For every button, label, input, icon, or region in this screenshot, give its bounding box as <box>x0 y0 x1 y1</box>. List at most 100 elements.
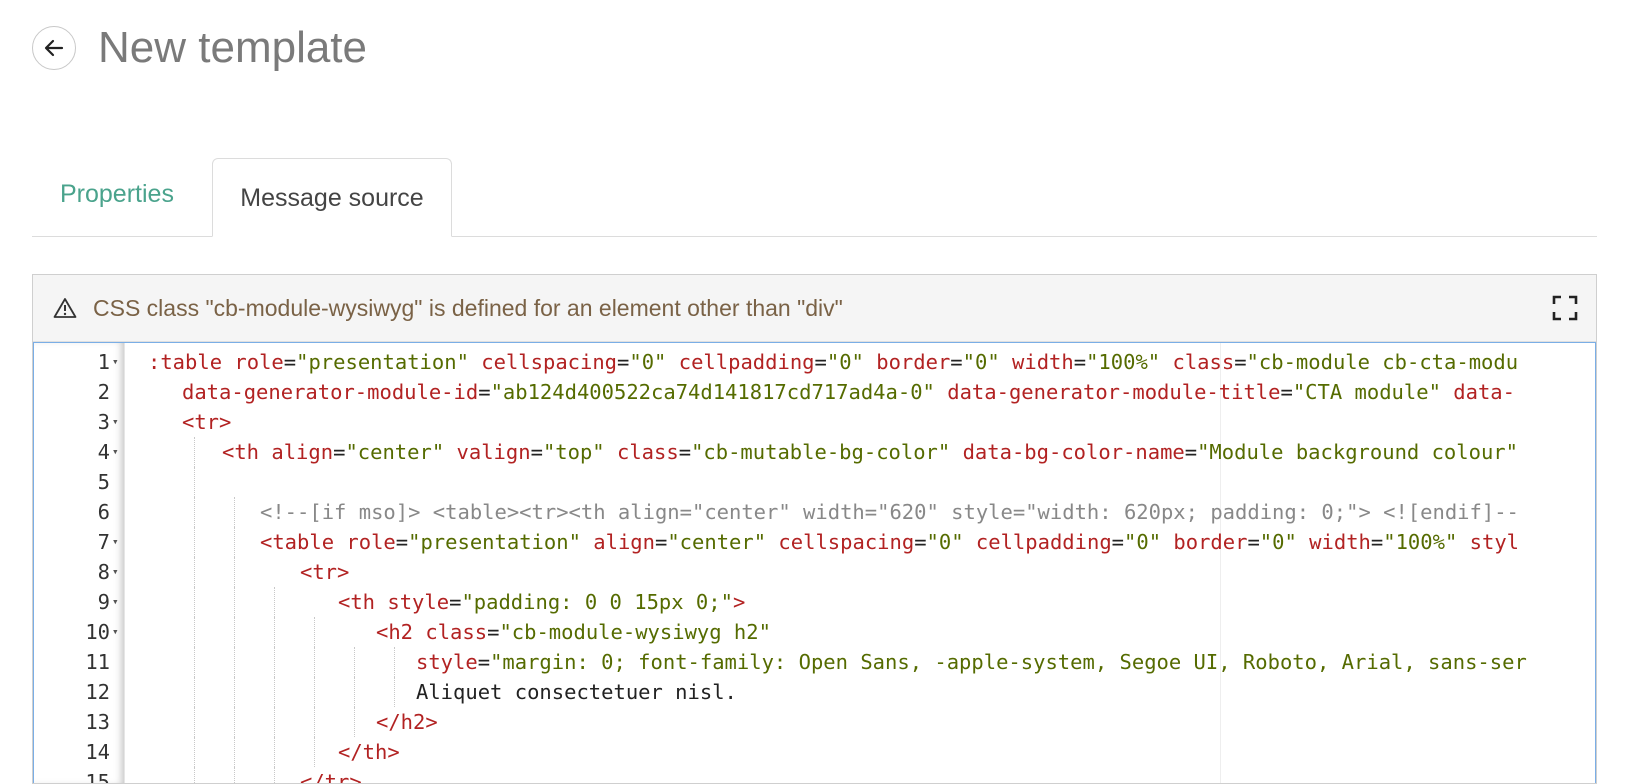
indent-guide <box>194 587 195 617</box>
indent-guide <box>194 467 195 497</box>
code-text: <th align="center" valign="top" class="c… <box>222 440 1518 464</box>
indent-guide <box>234 677 235 707</box>
line-number: 12 <box>85 680 110 704</box>
source-editor-panel: CSS class "cb-module-wysiwyg" is defined… <box>32 274 1597 784</box>
indent-guide <box>274 647 275 677</box>
code-text: data-generator-module-id="ab124d400522ca… <box>182 380 1515 404</box>
indent-guide <box>234 587 235 617</box>
fold-toggle-icon[interactable]: ▾ <box>112 407 124 437</box>
code-line: 5 <box>34 467 1595 497</box>
indent-guide <box>314 647 315 677</box>
code-line: 12 Aliquet consectetuer nisl. <box>34 677 1595 707</box>
code-text: Aliquet consectetuer nisl. <box>416 680 737 704</box>
code-text: style="margin: 0; font-family: Open Sans… <box>416 650 1527 674</box>
indent-guide <box>194 617 195 647</box>
code-text: <tr> <box>300 560 350 584</box>
line-number: 7 <box>97 530 110 554</box>
code-text: :table role="presentation" cellspacing="… <box>148 350 1519 374</box>
code-line: 11 style="margin: 0; font-family: Open Sa… <box>34 647 1595 677</box>
code-line: 1 ▾ :table role="presentation" cellspacing… <box>34 347 1595 377</box>
warning-text: CSS class "cb-module-wysiwyg" is defined… <box>93 294 843 321</box>
indent-guide <box>194 737 195 767</box>
indent-guide <box>194 767 195 783</box>
arrow-left-icon <box>44 39 64 57</box>
indent-guide <box>314 737 315 767</box>
code-line: 2 data-generator-module-id="ab124d400522c… <box>34 377 1595 407</box>
fullscreen-icon[interactable] <box>1552 295 1578 321</box>
code-line: 8 ▾ <tr> <box>34 557 1595 587</box>
fold-toggle-icon[interactable]: ▾ <box>112 557 124 587</box>
code-text: <table role="presentation" align="center… <box>260 530 1520 554</box>
code-text: <h2 class="cb-module-wysiwyg h2" <box>376 620 771 644</box>
code-line: 13 </h2> <box>34 707 1595 737</box>
fold-toggle-icon[interactable]: ▾ <box>112 437 124 467</box>
fold-toggle-icon[interactable]: ▾ <box>112 347 124 377</box>
indent-guide <box>274 677 275 707</box>
fold-toggle-icon[interactable]: ▾ <box>112 527 124 557</box>
code-line: 10 ▾ <h2 class="cb-module-wysiwyg h2" <box>34 617 1595 647</box>
line-number: 10 <box>85 620 110 644</box>
tab-message-source[interactable]: Message source <box>212 158 452 237</box>
fold-toggle-icon[interactable]: ▾ <box>112 587 124 617</box>
warning-triangle-icon <box>53 295 79 321</box>
validation-warning: CSS class "cb-module-wysiwyg" is defined… <box>33 275 1596 342</box>
tab-bar: Properties Message source <box>32 158 1597 237</box>
code-text: </th> <box>338 740 400 764</box>
indent-guide <box>274 587 275 617</box>
code-editor[interactable]: 1 ▾:table role="presentation" cellspacing… <box>33 342 1596 783</box>
code-text: <tr> <box>182 410 232 434</box>
indent-guide <box>394 647 395 677</box>
code-line: 15 </tr> <box>34 767 1595 783</box>
code-line: 4 ▾ <th align="center" valign="top" class=… <box>34 437 1595 467</box>
indent-guide <box>354 647 355 677</box>
indent-guide <box>314 707 315 737</box>
indent-guide <box>194 437 195 467</box>
code-line: 6 <!--[if mso]> <table><tr><th align="cen… <box>34 497 1595 527</box>
code-lines: 1 ▾:table role="presentation" cellspacing… <box>34 347 1595 783</box>
code-line: 14 </th> <box>34 737 1595 767</box>
indent-guide <box>234 647 235 677</box>
indent-guide <box>194 527 195 557</box>
line-number: 2 <box>97 380 110 404</box>
indent-guide <box>194 497 195 527</box>
indent-guide <box>234 737 235 767</box>
indent-guide <box>234 767 235 783</box>
code-text: <!--[if mso]> <table><tr><th align="cent… <box>260 500 1519 524</box>
indent-guide <box>394 677 395 707</box>
indent-guide <box>274 767 275 783</box>
line-number: 11 <box>85 650 110 674</box>
indent-guide <box>194 557 195 587</box>
tab-properties[interactable]: Properties <box>32 158 202 236</box>
back-button[interactable] <box>32 26 76 70</box>
line-number: 15 <box>85 770 110 783</box>
line-number: 8 <box>97 560 110 584</box>
indent-guide <box>274 737 275 767</box>
code-line: 3 ▾ <tr> <box>34 407 1595 437</box>
code-text: </h2> <box>376 710 438 734</box>
indent-guide <box>194 647 195 677</box>
code-line: 7 ▾ <table role="presentation" align="cent… <box>34 527 1595 557</box>
indent-guide <box>354 707 355 737</box>
line-number: 9 <box>97 590 110 614</box>
line-number: 6 <box>97 500 110 524</box>
line-number: 13 <box>85 710 110 734</box>
page-title: New template <box>98 23 368 72</box>
indent-guide <box>234 617 235 647</box>
code-line: 9 ▾ <th style="padding: 0 0 15px 0;"> <box>34 587 1595 617</box>
indent-guide <box>234 527 235 557</box>
line-number: 3 <box>97 410 110 434</box>
line-number: 1 <box>97 350 110 374</box>
indent-guide <box>314 617 315 647</box>
line-number: 5 <box>97 470 110 494</box>
indent-guide <box>274 707 275 737</box>
indent-guide <box>314 677 315 707</box>
line-number: 14 <box>85 740 110 764</box>
indent-guide <box>234 557 235 587</box>
line-number: 4 <box>97 440 110 464</box>
indent-guide <box>354 677 355 707</box>
indent-guide <box>194 677 195 707</box>
code-text: <th style="padding: 0 0 15px 0;"> <box>338 590 746 614</box>
indent-guide <box>234 497 235 527</box>
indent-guide <box>194 707 195 737</box>
fold-toggle-icon[interactable]: ▾ <box>112 617 124 647</box>
